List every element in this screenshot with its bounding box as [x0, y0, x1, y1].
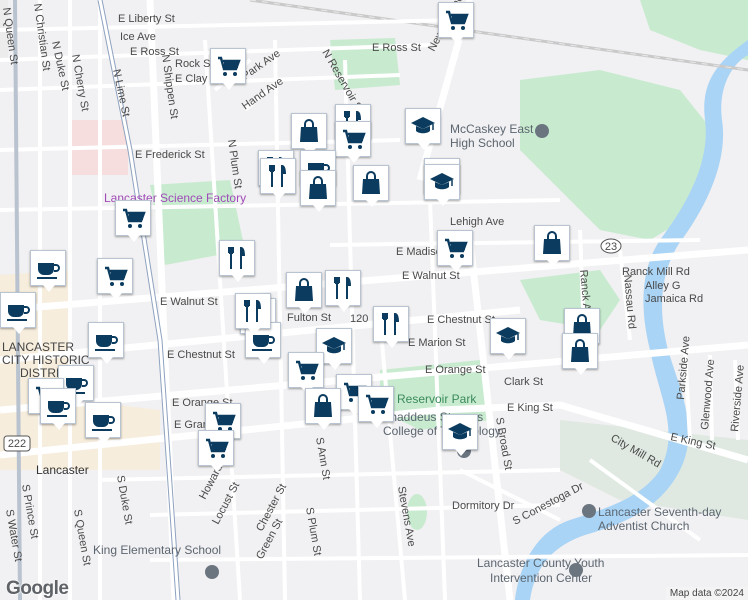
cafe-icon — [95, 335, 118, 351]
cafe-icon — [7, 305, 30, 321]
grocery-icon — [366, 394, 389, 414]
street-label: E Frederick St — [135, 149, 205, 161]
district-label: LANCASTER — [2, 340, 74, 354]
grocery-marker[interactable] — [358, 386, 394, 428]
street-label: E Marion St — [408, 337, 465, 349]
poi-label-youth-center: Lancaster County Youth — [477, 556, 604, 570]
house-number: 120 — [350, 313, 368, 325]
restaurant-marker[interactable] — [373, 306, 409, 348]
poi-label-sda-church: Adventist Church — [598, 519, 689, 533]
poi-label-mccaskey: McCaskey East — [450, 122, 534, 136]
poi-label-king-elementary: King Elementary School — [93, 543, 221, 557]
grocery-marker[interactable] — [288, 352, 324, 394]
shopping-icon — [309, 176, 327, 199]
school-icon — [448, 423, 472, 440]
street-label: E Chestnut St — [167, 349, 235, 361]
school-icon — [496, 327, 520, 344]
grocery-marker[interactable] — [97, 258, 133, 300]
svg-text:222: 222 — [8, 438, 26, 450]
svg-text:23: 23 — [605, 241, 617, 253]
school-poi-icon — [535, 124, 549, 138]
street-label: E Walnut St — [160, 296, 218, 308]
school-marker[interactable] — [442, 414, 478, 456]
cafe-marker[interactable] — [88, 322, 124, 364]
cafe-icon — [37, 263, 60, 279]
shopping-marker[interactable] — [305, 388, 341, 430]
building-poi-icon — [569, 563, 583, 577]
city-label-lancaster: Lancaster — [36, 463, 89, 477]
restaurant-marker[interactable] — [260, 158, 296, 200]
street-label: Ice Ave — [120, 31, 156, 43]
school-marker[interactable] — [424, 164, 460, 206]
grocery-marker[interactable] — [438, 2, 474, 44]
grocery-icon — [123, 208, 146, 228]
school-poi-icon — [205, 565, 219, 579]
restaurant-marker[interactable] — [325, 270, 361, 312]
school-icon — [322, 337, 346, 354]
grocery-icon — [446, 10, 469, 30]
cafe-marker[interactable] — [85, 402, 121, 444]
shopping-marker[interactable] — [291, 113, 327, 155]
restaurant-icon — [244, 300, 261, 322]
church-poi-icon — [582, 504, 596, 518]
school-icon — [411, 117, 435, 134]
cafe-icon — [92, 415, 115, 431]
route-shield-222: 222 — [3, 435, 31, 452]
street-label: E King St — [507, 402, 553, 414]
grocery-marker[interactable] — [198, 430, 234, 472]
school-marker[interactable] — [490, 318, 526, 360]
grocery-marker[interactable] — [437, 230, 473, 272]
shopping-marker[interactable] — [562, 333, 598, 375]
restaurant-icon — [269, 165, 286, 187]
poi-label-mccaskey: High School — [450, 136, 515, 150]
map-attribution[interactable]: Map data ©2024 — [665, 587, 748, 600]
street-label: Dormitory Dr — [452, 500, 515, 512]
grocery-icon — [296, 360, 319, 380]
restaurant-marker[interactable] — [219, 240, 255, 282]
grocery-icon — [206, 438, 229, 458]
shopping-marker[interactable] — [300, 170, 336, 212]
school-marker[interactable] — [405, 108, 441, 150]
restaurant-icon — [382, 313, 399, 335]
shopping-icon — [295, 278, 313, 301]
cafe-marker[interactable] — [0, 292, 36, 334]
restaurant-icon — [228, 247, 245, 269]
shopping-marker[interactable] — [534, 225, 570, 267]
cafe-marker[interactable] — [30, 250, 66, 292]
shopping-icon — [314, 394, 332, 417]
cafe-marker[interactable] — [40, 388, 76, 430]
school-icon — [430, 173, 454, 190]
shopping-icon — [571, 339, 589, 362]
shopping-icon — [362, 171, 380, 194]
street-label: Clark St — [504, 376, 543, 388]
restaurant-marker[interactable] — [235, 293, 271, 335]
street-label: E Liberty St — [118, 13, 175, 25]
grocery-icon — [218, 56, 241, 76]
grocery-icon — [105, 266, 128, 286]
shopping-marker[interactable] — [286, 272, 322, 314]
restaurant-icon — [334, 277, 351, 299]
cafe-icon — [47, 401, 70, 417]
route-shield-23: 23 — [600, 238, 622, 254]
street-label: Lehigh Ave — [450, 216, 504, 228]
street-label: Jamaica Rd — [645, 293, 703, 305]
street-label: Alley G — [645, 280, 680, 292]
street-label: E Orange St — [425, 364, 486, 376]
shopping-icon — [300, 119, 318, 142]
grocery-marker[interactable] — [115, 200, 151, 242]
street-label: E Ross St — [372, 42, 421, 54]
grocery-icon — [445, 238, 468, 258]
shopping-icon — [543, 231, 561, 254]
poi-label-sda-church: Lancaster Seventh-day — [598, 505, 721, 519]
map-canvas[interactable]: 23 222 E Liberty St Ice Ave E Ross St Ro… — [0, 0, 748, 600]
street-label: Rock St — [175, 58, 214, 70]
shopping-marker[interactable] — [353, 165, 389, 207]
grocery-marker[interactable] — [210, 48, 246, 90]
grocery-icon — [343, 129, 366, 149]
google-logo: Google — [6, 578, 69, 599]
poi-label-reservoir-park: Reservoir Park — [397, 392, 477, 406]
grocery-marker[interactable] — [335, 121, 371, 163]
street-label: E Chestnut St — [427, 314, 495, 326]
